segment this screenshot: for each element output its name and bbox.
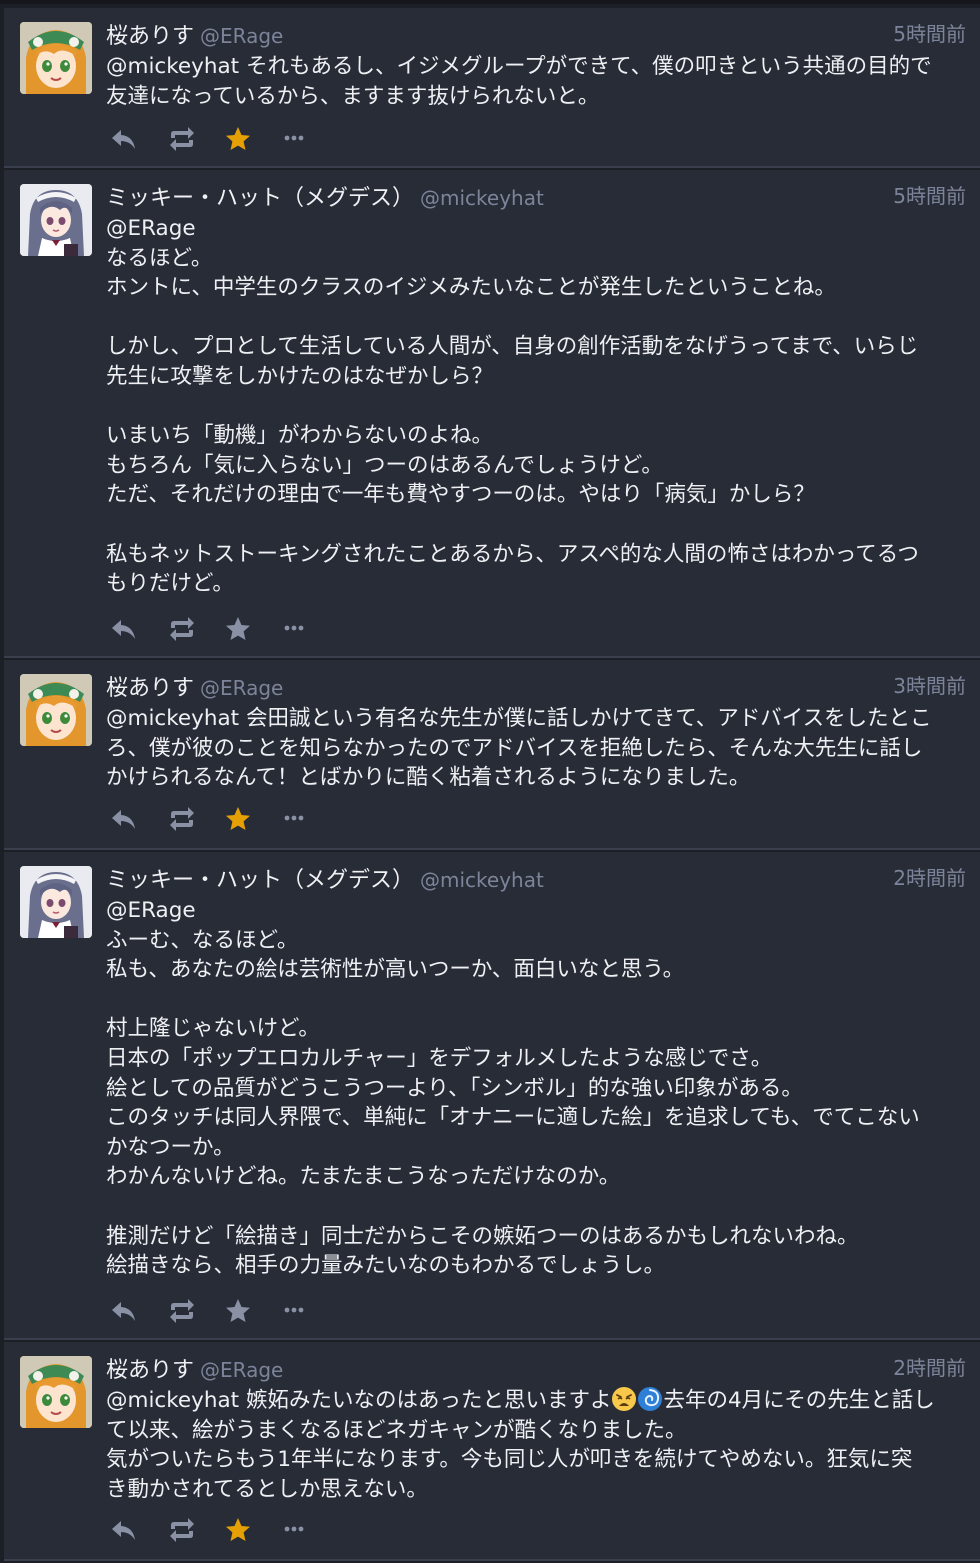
display-name[interactable]: 桜ありす	[106, 676, 194, 701]
relative-time[interactable]: 2時間前	[893, 1352, 966, 1381]
more-button[interactable]	[278, 1515, 310, 1545]
status-card[interactable]: ミッキー・ハット（メグデス） @mickeyhat 5時間前 @ERage なるほ…	[4, 170, 980, 658]
boost-button[interactable]	[166, 124, 198, 154]
avatar[interactable]	[20, 866, 92, 938]
account-handle[interactable]: @mickeyhat	[420, 868, 544, 892]
account-handle[interactable]: @mickeyhat	[420, 186, 544, 210]
boost-icon	[170, 1299, 194, 1323]
reply-button[interactable]	[108, 804, 140, 834]
avatar[interactable]	[20, 184, 92, 256]
status-content: @ERage ふーむ、なるほど。 私も、あなたの絵は芸術性が高いつーか、面白いな…	[106, 898, 920, 1279]
boost-button[interactable]	[166, 1296, 198, 1326]
status-header: ミッキー・ハット（メグデス） @mickeyhat 2時間前	[106, 862, 966, 898]
reply-icon	[112, 1302, 135, 1321]
status-text: @mickeyhat 嫉妬みたいなのはあったと思いますよ	[106, 1388, 612, 1413]
more-button[interactable]	[278, 614, 310, 644]
star-icon	[226, 1518, 250, 1541]
more-button[interactable]	[278, 804, 310, 834]
boost-icon	[170, 617, 194, 641]
star-icon	[226, 127, 250, 150]
relative-time[interactable]: 3時間前	[893, 670, 966, 699]
alice-avatar-illustration	[20, 674, 92, 746]
weary-face-emoji	[612, 1387, 637, 1411]
status-content: @mickeyhat 嫉妬みたいなのはあったと思いますよ 去年の4月にその先生と話…	[106, 1386, 968, 1504]
alice-avatar-illustration	[20, 22, 92, 94]
boost-icon	[170, 807, 194, 831]
boost-button[interactable]	[166, 614, 198, 644]
ellipsis-icon	[284, 1307, 304, 1313]
status-content: @mickeyhat 会田誠という有名な先生が僕に話しかけてきて、アドバイスをし…	[106, 706, 932, 791]
display-name[interactable]: 桜ありす	[106, 24, 194, 49]
status-card[interactable]: ミッキー・ハット（メグデス） @mickeyhat 2時間前 @ERage ふーむ…	[4, 852, 980, 1340]
account-handle[interactable]: @ERage	[200, 1358, 283, 1382]
mickey-avatar-illustration	[20, 184, 92, 256]
display-name[interactable]: ミッキー・ハット（メグデス）	[106, 186, 414, 211]
display-name[interactable]: 桜ありす	[106, 1358, 194, 1383]
mickey-avatar-illustration	[20, 866, 92, 938]
boost-icon	[170, 127, 194, 151]
avatar[interactable]	[20, 1356, 92, 1428]
avatar[interactable]	[20, 22, 92, 94]
relative-time[interactable]: 2時間前	[893, 862, 966, 891]
favourite-button[interactable]	[222, 614, 254, 644]
relative-time[interactable]: 5時間前	[893, 18, 966, 47]
more-button[interactable]	[278, 124, 310, 154]
favourite-button[interactable]	[222, 804, 254, 834]
boost-icon	[170, 1518, 194, 1542]
reply-icon	[112, 810, 135, 829]
more-button[interactable]	[278, 1296, 310, 1326]
status-header: 桜ありす @ERage 5時間前	[106, 18, 966, 54]
status-content: @mickeyhat それもあるし、イジメグループができて、僕の叩きという共通の…	[106, 54, 932, 109]
star-icon	[226, 617, 250, 640]
star-icon	[226, 1299, 250, 1322]
display-name[interactable]: ミッキー・ハット（メグデス）	[106, 868, 414, 893]
status-card[interactable]: 桜ありす @ERage 5時間前 @mickeyhat それもあるし、イジメグルー…	[4, 8, 980, 168]
reply-button[interactable]	[108, 1296, 140, 1326]
reply-icon	[112, 620, 135, 639]
alice-avatar-illustration	[20, 1356, 92, 1428]
status-header: ミッキー・ハット（メグデス） @mickeyhat 5時間前	[106, 180, 966, 216]
star-icon	[226, 807, 250, 830]
relative-time[interactable]: 5時間前	[893, 180, 966, 209]
ellipsis-icon	[284, 135, 304, 141]
timeline: 桜ありす @ERage 5時間前 @mickeyhat それもあるし、イジメグルー…	[0, 0, 980, 1563]
status-header: 桜ありす @ERage 3時間前	[106, 670, 966, 706]
status-header: 桜ありす @ERage 2時間前	[106, 1352, 966, 1388]
status-card[interactable]: 桜ありす @ERage 2時間前 @mickeyhat 嫉妬みたいなのはあったと思…	[4, 1342, 980, 1561]
cyclone-emoji	[638, 1387, 663, 1411]
account-handle[interactable]: @ERage	[200, 24, 283, 48]
reply-button[interactable]	[108, 1515, 140, 1545]
favourite-button[interactable]	[222, 1296, 254, 1326]
status-card[interactable]: 桜ありす @ERage 3時間前 @mickeyhat 会田誠という有名な先生が僕…	[4, 660, 980, 850]
reply-icon	[112, 1521, 135, 1540]
ellipsis-icon	[284, 625, 304, 631]
reply-icon	[112, 130, 135, 149]
boost-button[interactable]	[166, 804, 198, 834]
favourite-button[interactable]	[222, 1515, 254, 1545]
account-handle[interactable]: @ERage	[200, 676, 283, 700]
ellipsis-icon	[284, 815, 304, 821]
avatar[interactable]	[20, 674, 92, 746]
reply-button[interactable]	[108, 124, 140, 154]
ellipsis-icon	[284, 1526, 304, 1532]
reply-button[interactable]	[108, 614, 140, 644]
boost-button[interactable]	[166, 1515, 198, 1545]
favourite-button[interactable]	[222, 124, 254, 154]
status-content: @ERage なるほど。 ホントに、中学生のクラスのイジメみたいなことが発生した…	[106, 216, 919, 597]
